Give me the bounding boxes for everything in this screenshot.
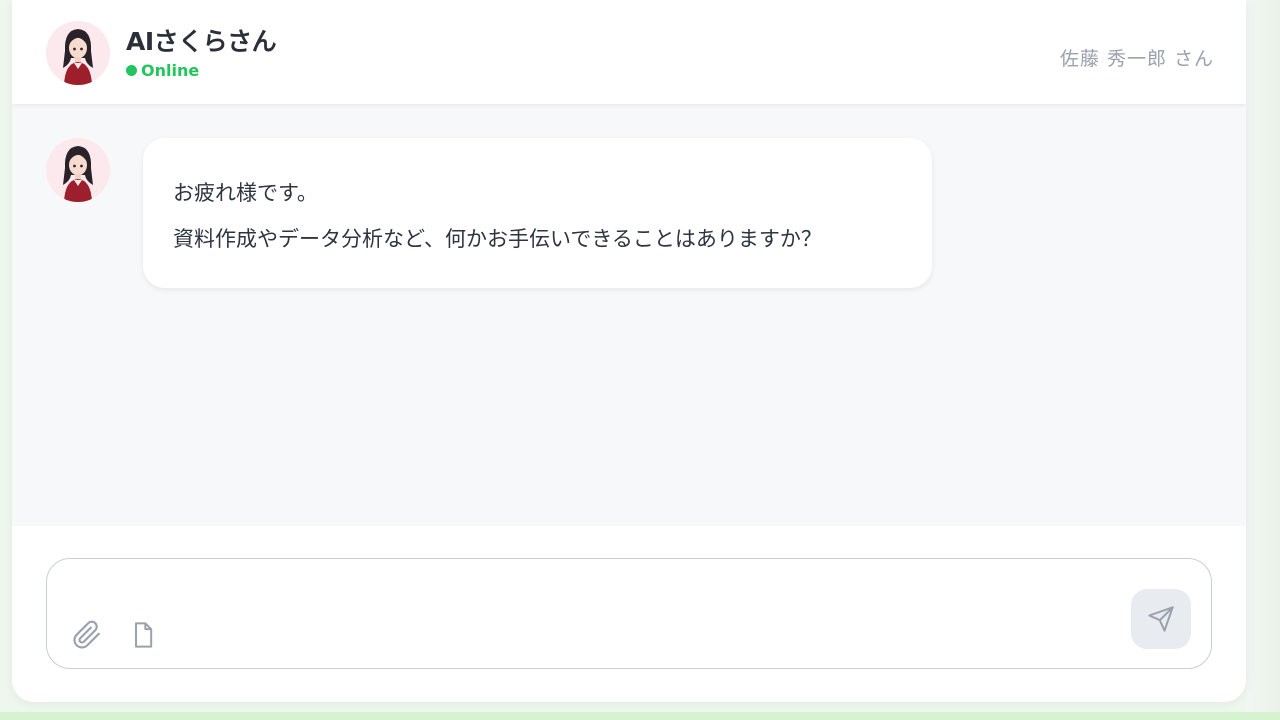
send-button[interactable] xyxy=(1131,589,1191,649)
online-dot-icon xyxy=(126,64,137,76)
paperclip-icon xyxy=(73,620,100,649)
bot-avatar xyxy=(46,21,110,85)
message-line: お疲れ様です。 xyxy=(173,181,318,205)
chat-header: AIさくらさん Online 佐藤 秀一郎 さん xyxy=(12,0,1246,104)
message-list[interactable]: お疲れ様です。 資料作成やデータ分析など、何かお手伝いできることはありますか？ xyxy=(12,104,1246,526)
current-user-name: 佐藤 秀一郎 さん xyxy=(1059,48,1214,70)
online-status: Online xyxy=(126,60,199,80)
background-right-strip xyxy=(1246,0,1280,720)
online-status-text: Online xyxy=(141,60,200,80)
composer-area xyxy=(12,526,1246,702)
document-button[interactable] xyxy=(127,619,159,651)
background-bottom-strip xyxy=(0,712,1280,720)
message-bot-avatar xyxy=(46,138,110,202)
send-icon xyxy=(1148,606,1174,632)
message-composer xyxy=(46,558,1212,669)
message-input[interactable] xyxy=(67,573,1127,613)
bot-message-bubble: お疲れ様です。 資料作成やデータ分析など、何かお手伝いできることはありますか？ xyxy=(143,138,932,288)
bot-name: AIさくらさん xyxy=(126,27,277,56)
bot-avatar-image xyxy=(46,21,110,85)
chat-window: AIさくらさん Online 佐藤 秀一郎 さん お疲れ様です。 資料作成やデー… xyxy=(12,0,1246,702)
attach-file-button[interactable] xyxy=(71,619,103,651)
message-line: 資料作成やデータ分析など、何かお手伝いできることはありますか？ xyxy=(173,227,822,251)
message-bot-avatar-image xyxy=(46,138,110,202)
document-icon xyxy=(135,622,153,648)
